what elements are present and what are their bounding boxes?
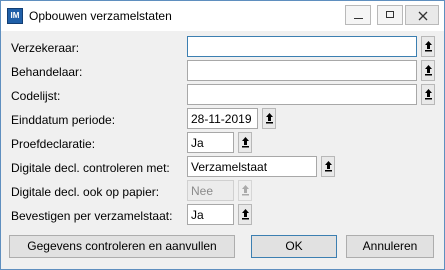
gegevens-controleren-button[interactable]: Gegevens controleren en aanvullen — [9, 235, 235, 258]
verzekeraar-picker-button[interactable] — [421, 36, 435, 57]
pick-arrow-icon — [325, 161, 332, 172]
close-button[interactable] — [405, 5, 439, 25]
annuleren-button[interactable]: Annuleren — [346, 235, 434, 258]
pick-arrow-icon — [266, 113, 273, 124]
pick-arrow-icon — [425, 41, 432, 52]
codelijst-label: Codelijst: — [11, 89, 61, 103]
bevestigen-label: Bevestigen per verzamelstaat: — [11, 209, 173, 223]
einddatum-label: Einddatum periode: — [11, 113, 116, 127]
proefdeclaratie-picker-button[interactable] — [238, 132, 252, 153]
dialog-window: IM Opbouwen verzamelstaten Verzekeraar: … — [0, 0, 445, 270]
bevestigen-picker-button[interactable] — [238, 204, 252, 225]
behandelaar-input[interactable] — [187, 60, 417, 81]
close-icon — [418, 11, 428, 21]
digitale-controleren-label: Digitale decl. controleren met: — [11, 161, 170, 175]
codelijst-input[interactable] — [187, 84, 417, 105]
digitale-papier-picker-button — [238, 180, 252, 201]
behandelaar-label: Behandelaar: — [11, 65, 83, 79]
einddatum-input[interactable]: 28-11-2019 — [187, 108, 258, 129]
title-bar: IM Opbouwen verzamelstaten — [1, 1, 444, 31]
window-title: Opbouwen verzamelstaten — [29, 9, 172, 23]
proefdeclaratie-label: Proefdeclaratie: — [11, 137, 96, 151]
app-icon: IM — [7, 8, 23, 24]
behandelaar-picker-button[interactable] — [421, 60, 435, 81]
maximize-button[interactable] — [377, 5, 403, 25]
digitale-controleren-combo[interactable]: Verzamelstaat — [187, 156, 317, 177]
bevestigen-input[interactable]: Ja — [187, 204, 234, 225]
verzekeraar-label: Verzekeraar: — [11, 41, 80, 55]
digitale-controleren-picker-button[interactable] — [321, 156, 335, 177]
codelijst-picker-button[interactable] — [421, 84, 435, 105]
pick-arrow-icon — [242, 209, 249, 220]
pick-arrow-icon — [242, 137, 249, 148]
pick-arrow-icon — [242, 185, 249, 196]
digitale-papier-label: Digitale decl. ook op papier: — [11, 185, 160, 199]
pick-arrow-icon — [425, 89, 432, 100]
pick-arrow-icon — [425, 65, 432, 76]
digitale-papier-input: Nee — [187, 180, 234, 201]
einddatum-picker-button[interactable] — [262, 108, 276, 129]
proefdeclaratie-input[interactable]: Ja — [187, 132, 234, 153]
verzekeraar-input[interactable] — [187, 36, 417, 57]
minimize-button[interactable] — [345, 5, 371, 25]
ok-button[interactable]: OK — [251, 235, 337, 258]
